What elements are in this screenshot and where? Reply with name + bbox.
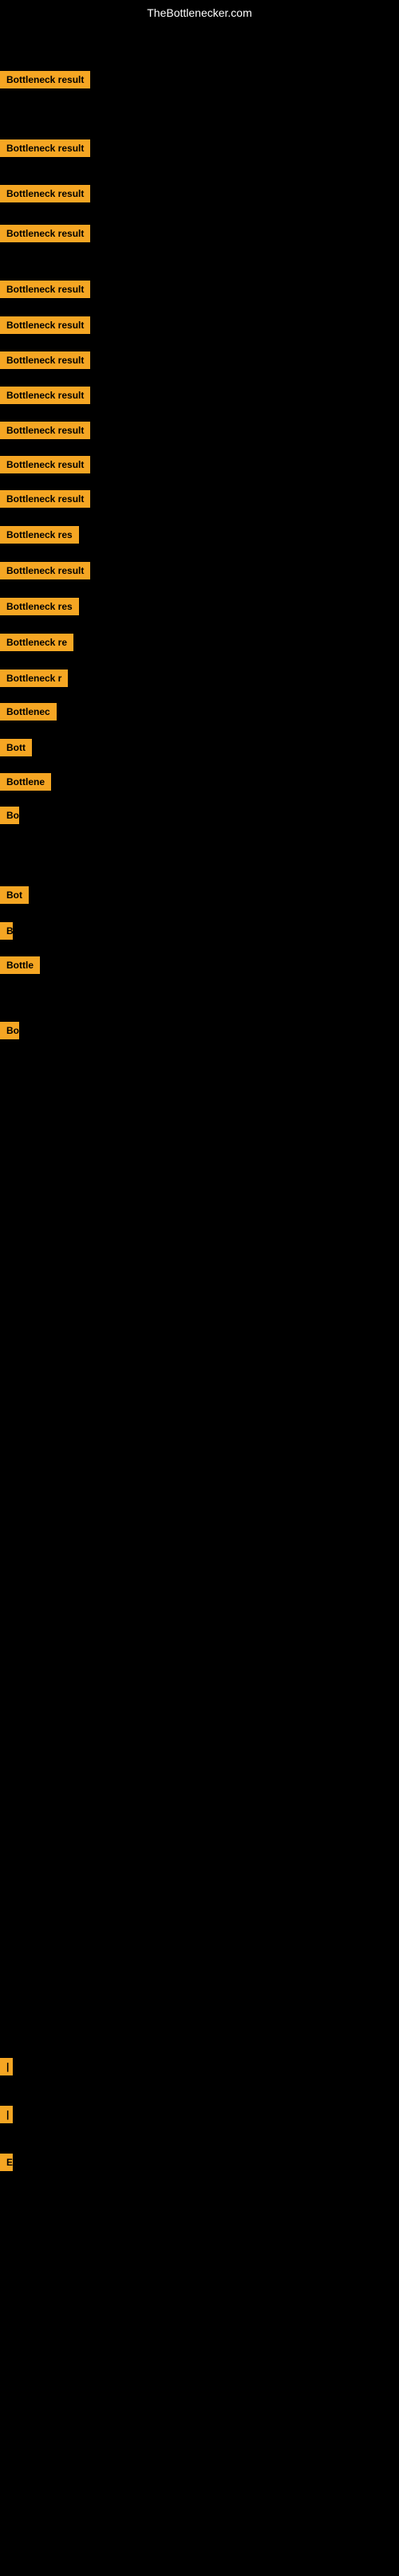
result-row-14: Bottleneck re xyxy=(0,634,73,655)
bottleneck-badge-16: Bottlenec xyxy=(0,703,57,721)
bottleneck-badge-24: | xyxy=(0,2058,13,2075)
result-row-13: Bottleneck res xyxy=(0,598,79,619)
result-row-23: Bo xyxy=(0,1022,19,1043)
result-row-11: Bottleneck res xyxy=(0,526,79,548)
result-row-15: Bottleneck r xyxy=(0,670,68,691)
bottleneck-badge-21: B xyxy=(0,922,13,940)
bottleneck-badge-1: Bottleneck result xyxy=(0,139,90,157)
bottleneck-badge-7: Bottleneck result xyxy=(0,387,90,404)
result-row-3: Bottleneck result xyxy=(0,225,90,246)
result-row-16: Bottlenec xyxy=(0,703,57,724)
result-row-22: Bottle xyxy=(0,956,40,978)
bottleneck-badge-4: Bottleneck result xyxy=(0,281,90,298)
bottleneck-badge-10: Bottleneck result xyxy=(0,490,90,508)
bottleneck-badge-25: | xyxy=(0,2106,13,2123)
bottleneck-badge-18: Bottlene xyxy=(0,773,51,791)
bottleneck-badge-17: Bott xyxy=(0,739,32,756)
bottleneck-badge-5: Bottleneck result xyxy=(0,316,90,334)
bottleneck-badge-0: Bottleneck result xyxy=(0,71,90,88)
result-row-26: E xyxy=(0,2154,13,2175)
result-row-4: Bottleneck result xyxy=(0,281,90,302)
bottleneck-badge-11: Bottleneck res xyxy=(0,526,79,544)
bottleneck-badge-19: Bo xyxy=(0,807,19,824)
result-row-9: Bottleneck result xyxy=(0,456,90,477)
result-row-24: | xyxy=(0,2058,13,2079)
result-row-19: Bo xyxy=(0,807,19,828)
result-row-20: Bot xyxy=(0,886,29,908)
result-row-7: Bottleneck result xyxy=(0,387,90,408)
result-row-17: Bott xyxy=(0,739,32,760)
result-row-25: | xyxy=(0,2106,13,2127)
result-row-1: Bottleneck result xyxy=(0,139,90,161)
result-row-2: Bottleneck result xyxy=(0,185,90,206)
bottleneck-badge-26: E xyxy=(0,2154,13,2171)
result-row-8: Bottleneck result xyxy=(0,422,90,443)
bottleneck-badge-15: Bottleneck r xyxy=(0,670,68,687)
result-row-21: B xyxy=(0,922,13,944)
bottleneck-badge-12: Bottleneck result xyxy=(0,562,90,579)
bottleneck-badge-14: Bottleneck re xyxy=(0,634,73,651)
result-row-18: Bottlene xyxy=(0,773,51,795)
bottleneck-badge-2: Bottleneck result xyxy=(0,185,90,202)
bottleneck-badge-23: Bo xyxy=(0,1022,19,1039)
bottleneck-badge-6: Bottleneck result xyxy=(0,351,90,369)
result-row-5: Bottleneck result xyxy=(0,316,90,338)
bottleneck-badge-20: Bot xyxy=(0,886,29,904)
result-row-0: Bottleneck result xyxy=(0,71,90,92)
site-title: TheBottlenecker.com xyxy=(0,0,399,26)
result-row-6: Bottleneck result xyxy=(0,351,90,373)
bottleneck-badge-9: Bottleneck result xyxy=(0,456,90,473)
bottleneck-badge-8: Bottleneck result xyxy=(0,422,90,439)
bottleneck-badge-13: Bottleneck res xyxy=(0,598,79,615)
bottleneck-badge-3: Bottleneck result xyxy=(0,225,90,242)
result-row-12: Bottleneck result xyxy=(0,562,90,583)
bottleneck-badge-22: Bottle xyxy=(0,956,40,974)
result-row-10: Bottleneck result xyxy=(0,490,90,512)
